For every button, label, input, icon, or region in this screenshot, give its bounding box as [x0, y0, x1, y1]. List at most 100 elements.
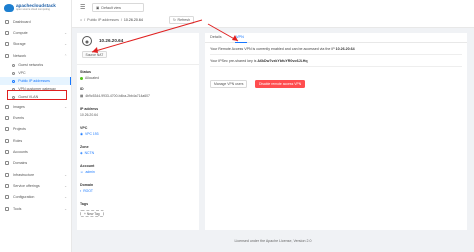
- disable-vpn-button[interactable]: Disable remote access VPN: [255, 80, 306, 88]
- sidebar-item-label: Dashboard: [13, 19, 31, 24]
- chevron-down-icon: ⌄: [64, 30, 67, 35]
- sidebar-item-label: Images: [13, 104, 25, 109]
- sidebar-item-label: Projects: [13, 127, 26, 132]
- sidebar-item-label: Compute: [13, 30, 28, 35]
- zone-link[interactable]: ◈ NCTN: [80, 151, 94, 155]
- tool-icon: [5, 206, 9, 211]
- account-label: Account: [80, 164, 95, 168]
- sidebar-item-vpc[interactable]: VPC: [0, 69, 71, 77]
- annotation-highlight-box: [7, 90, 67, 100]
- project-icon: [5, 127, 9, 132]
- sidebar-item-guest-networks[interactable]: Guest networks: [0, 61, 71, 69]
- new-tag-button[interactable]: + New Tag: [80, 210, 104, 217]
- bank-icon: [5, 172, 9, 177]
- domain-text: ROOT: [83, 189, 93, 193]
- chevron-down-icon: ⌄: [64, 195, 67, 200]
- zone-label: Zone: [80, 145, 89, 149]
- picture-icon: [5, 104, 9, 109]
- tags-label: Tags: [80, 202, 89, 206]
- database-icon: [5, 42, 9, 47]
- sidebar-item-configuration[interactable]: Configuration ⌄: [0, 192, 71, 203]
- domain-link[interactable]: ▪ ROOT: [80, 189, 93, 193]
- tab-panel: Details VPN Your Remote Access VPN is cu…: [205, 33, 467, 230]
- environment-icon: [12, 79, 16, 83]
- reload-icon: ↻: [173, 18, 177, 22]
- breadcrumb: ⌂ / Public IP addresses / 10.26.20.64: [80, 18, 143, 22]
- tab-vpn[interactable]: VPN: [236, 35, 244, 39]
- sidebar-item-label: Configuration: [13, 195, 35, 200]
- vpn-ip: 10.26.20.64: [335, 47, 355, 51]
- project-select[interactable]: ▣ Default view: [92, 3, 144, 12]
- sidebar-item-public-ip-addresses[interactable]: Public IP addresses: [0, 77, 71, 86]
- ip-address-label: IP address: [80, 107, 99, 111]
- divider: [210, 54, 462, 55]
- sidebar-item-service-offerings[interactable]: Service offerings ⌄: [0, 180, 71, 191]
- logo[interactable]: apachecloudstack open source cloud compu…: [0, 0, 71, 16]
- environment-icon: ◉: [82, 36, 92, 46]
- sidebar: apachecloudstack open source cloud compu…: [0, 0, 72, 252]
- status-dot-icon: [80, 76, 83, 80]
- breadcrumb-public-ips[interactable]: Public IP addresses: [87, 18, 119, 22]
- sidebar-item-dashboard[interactable]: Dashboard: [0, 16, 71, 27]
- logo-subtitle: open source cloud computing: [16, 8, 50, 11]
- refresh-button[interactable]: ↻ Refresh: [169, 16, 195, 24]
- sidebar-item-label: Service offerings: [13, 183, 40, 188]
- sidebar-item-roles[interactable]: Roles: [0, 135, 71, 146]
- vpc-label: VPC: [80, 126, 88, 130]
- cloud-icon: [5, 30, 9, 35]
- psk-prefix: Your IPSec pre-shared key is: [210, 59, 257, 63]
- status-label: Status: [80, 70, 91, 74]
- id-value: ▦ 4b9c5344-9933-4700-b4ba-2bb4a714a607: [80, 94, 150, 98]
- block-icon: ▪: [80, 189, 82, 193]
- user-icon: ☺: [80, 170, 84, 174]
- sidebar-item-projects[interactable]: Projects: [0, 124, 71, 135]
- apartment-icon: [12, 63, 16, 67]
- sidebar-item-domains[interactable]: Domains: [0, 158, 71, 169]
- breadcrumb-current: 10.26.20.64: [123, 18, 143, 22]
- sidebar-item-compute[interactable]: Compute ⌄: [0, 27, 71, 38]
- manage-vpn-users-button[interactable]: Manage VPN users: [210, 80, 248, 88]
- sidebar-item-label: Accounts: [13, 150, 28, 155]
- project-icon: ▣: [96, 5, 100, 10]
- page-title: 10.26.20.64: [99, 38, 124, 43]
- menu-fold-icon[interactable]: ☰: [80, 4, 85, 11]
- account-link[interactable]: ☺ admin: [80, 170, 95, 174]
- sidebar-item-accounts[interactable]: Accounts: [0, 146, 71, 157]
- sidebar-item-label: Storage: [13, 42, 26, 47]
- cloudstack-logo-icon: [4, 4, 14, 12]
- wifi-icon: [5, 53, 9, 58]
- tabs-bar: Details VPN: [205, 33, 467, 43]
- sidebar-item-label: Infrastructure: [13, 172, 35, 177]
- footer: Licensed under the Apache License, Versi…: [234, 239, 312, 243]
- divider: [77, 64, 199, 65]
- vpn-status-message: Your Remote Access VPN is currently enab…: [210, 47, 355, 51]
- id-label: ID: [80, 87, 84, 91]
- sidebar-item-network[interactable]: Network ⌃: [0, 50, 71, 61]
- idcard-icon: [5, 138, 9, 143]
- domain-label: Domain: [80, 183, 94, 187]
- vpc-text: VPC 193: [84, 132, 99, 136]
- active-tab-indicator: [235, 42, 247, 43]
- sidebar-item-tools[interactable]: Tools ⌄: [0, 203, 71, 214]
- vpc-link[interactable]: ◉ VPC 193: [80, 132, 99, 136]
- chevron-down-icon: ⌄: [64, 172, 67, 177]
- resource-detail-card: ◉ 10.26.20.64 Source NAT Status Allocate…: [77, 33, 199, 230]
- ip-address-value: 10.26.20.64: [80, 113, 98, 117]
- chevron-up-icon: ⌃: [64, 53, 67, 58]
- sidebar-nav: Dashboard Compute ⌄ Storage ⌄ Network ⌃ Gue…: [0, 16, 71, 214]
- schedule-icon: [5, 116, 9, 121]
- sidebar-item-infrastructure[interactable]: Infrastructure ⌄: [0, 169, 71, 180]
- deployment-unit-icon: ◉: [80, 132, 83, 136]
- setting-icon: [5, 195, 9, 200]
- chevron-down-icon: ⌄: [64, 104, 67, 109]
- sidebar-item-events[interactable]: Events: [0, 112, 71, 123]
- sidebar-item-storage[interactable]: Storage ⌄: [0, 39, 71, 50]
- sidebar-item-label: Guest networks: [18, 63, 44, 68]
- tab-details[interactable]: Details: [210, 35, 222, 39]
- sidebar-item-label: Events: [13, 116, 24, 121]
- block-icon: [5, 161, 9, 166]
- sidebar-item-images[interactable]: Images ⌄: [0, 101, 71, 112]
- refresh-label: Refresh: [177, 18, 191, 22]
- vpn-message-text: Your Remote Access VPN is currently enab…: [210, 47, 335, 51]
- home-icon[interactable]: ⌂: [80, 18, 82, 22]
